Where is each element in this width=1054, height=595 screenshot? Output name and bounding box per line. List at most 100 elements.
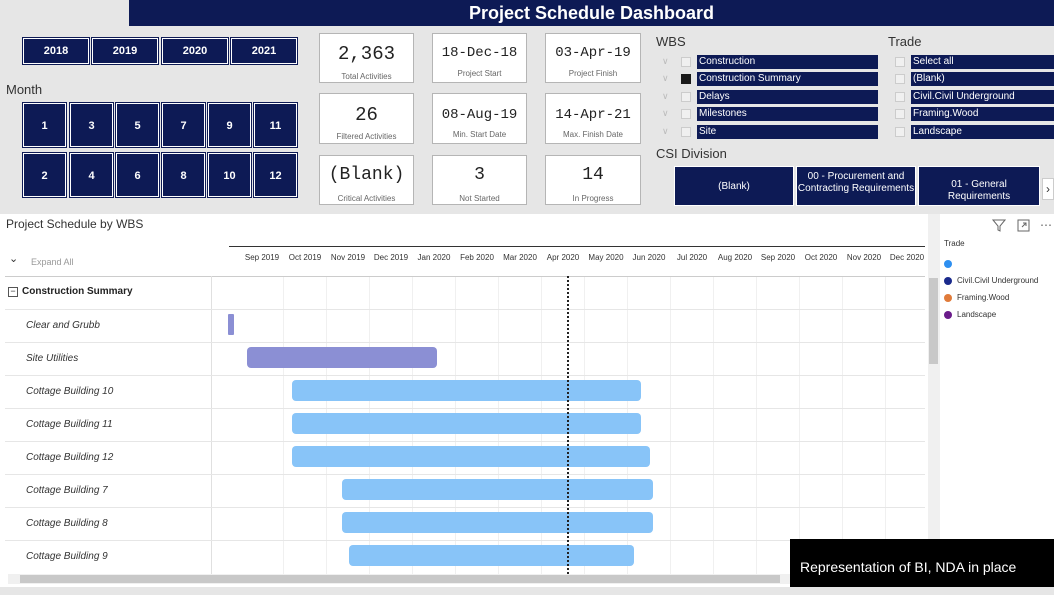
- year-button-2018[interactable]: 2018: [22, 37, 90, 65]
- gantt-bar[interactable]: [292, 413, 641, 434]
- legend-title: Trade: [944, 239, 965, 248]
- month-button-10[interactable]: 10: [207, 152, 252, 198]
- trade-checkbox-civil[interactable]: [895, 92, 905, 102]
- gantt-bar[interactable]: [247, 347, 437, 368]
- trade-item-landscape[interactable]: Landscape: [911, 125, 1054, 139]
- gantt-bar[interactable]: [292, 380, 641, 401]
- month-button-12[interactable]: 12: [253, 152, 298, 198]
- filter-icon[interactable]: [991, 218, 1007, 232]
- gantt-bar[interactable]: [342, 479, 653, 500]
- chevron-right-icon[interactable]: ›: [1042, 178, 1054, 200]
- row-label: Cottage Building 10: [26, 386, 114, 397]
- expand-all-link[interactable]: Expand All: [31, 257, 74, 267]
- card-label: Filtered Activities: [336, 132, 397, 141]
- row-divider: [5, 342, 925, 343]
- wbs-checkbox-milestones[interactable]: [681, 109, 691, 119]
- wbs-checkbox-site[interactable]: [681, 127, 691, 137]
- gantt-visual: Project Schedule by WBS ⋯ ⌄ Expand All S…: [0, 214, 1054, 587]
- csi-button-general[interactable]: 01 - General Requirements: [918, 166, 1040, 206]
- collapse-icon[interactable]: −: [8, 287, 18, 297]
- card-value: 26: [355, 104, 378, 126]
- chevron-down-icon[interactable]: ∨: [662, 108, 669, 119]
- month-button-1[interactable]: 1: [22, 102, 67, 148]
- csi-button-procurement[interactable]: 00 - Procurement and Contracting Require…: [796, 166, 916, 206]
- wbs-checkbox-construction[interactable]: [681, 57, 691, 67]
- chevron-down-icon[interactable]: ∨: [662, 73, 669, 84]
- gantt-bar[interactable]: [228, 314, 234, 335]
- timeline-tick: Feb 2020: [460, 253, 494, 262]
- card-value: 14: [582, 165, 604, 185]
- focus-mode-icon[interactable]: [1017, 219, 1030, 232]
- card-in-progress: 14 In Progress: [545, 155, 641, 205]
- card-project-finish: 03-Apr-19 Project Finish: [545, 33, 641, 83]
- wbs-checkbox-delays[interactable]: [681, 92, 691, 102]
- chevron-down-icon[interactable]: ∨: [662, 126, 669, 137]
- trade-checkbox-select-all[interactable]: [895, 57, 905, 67]
- card-not-started: 3 Not Started: [432, 155, 527, 205]
- month-button-7[interactable]: 7: [161, 102, 206, 148]
- chevron-down-icon[interactable]: ⌄: [9, 252, 18, 265]
- timeline-tick: Dec 2020: [889, 253, 925, 262]
- month-button-11[interactable]: 11: [253, 102, 298, 148]
- scrollbar-thumb[interactable]: [929, 278, 938, 364]
- csi-button-blank[interactable]: (Blank): [674, 166, 794, 206]
- wbs-checkbox-construction-summary[interactable]: [681, 74, 691, 84]
- row-label: Clear and Grubb: [26, 320, 100, 331]
- trade-checkbox-framing[interactable]: [895, 109, 905, 119]
- wbs-item-construction[interactable]: Construction: [697, 55, 878, 69]
- card-min-start-date: 08-Aug-19 Min. Start Date: [432, 93, 527, 144]
- timeline-tick: Jun 2020: [632, 253, 666, 262]
- month-button-5[interactable]: 5: [115, 102, 160, 148]
- card-project-start: 18-Dec-18 Project Start: [432, 33, 527, 83]
- timeline-tick: Sep 2019: [244, 253, 280, 262]
- gantt-bar[interactable]: [349, 545, 634, 566]
- gantt-bar[interactable]: [342, 512, 653, 533]
- card-total-activities: 2,363 Total Activities: [319, 33, 414, 83]
- trade-checkbox-blank[interactable]: [895, 74, 905, 84]
- wbs-item-construction-summary[interactable]: Construction Summary: [697, 72, 878, 86]
- timeline-tick: Apr 2020: [546, 253, 580, 262]
- trade-checkbox-landscape[interactable]: [895, 127, 905, 137]
- legend-marker[interactable]: [944, 277, 952, 285]
- more-options-icon[interactable]: ⋯: [1040, 218, 1052, 232]
- month-button-4[interactable]: 4: [69, 152, 114, 198]
- wbs-item-milestones[interactable]: Milestones: [697, 107, 878, 121]
- month-button-8[interactable]: 8: [161, 152, 206, 198]
- gridline: [885, 276, 886, 574]
- legend-marker[interactable]: [944, 311, 952, 319]
- trade-item-civil[interactable]: Civil.Civil Underground: [911, 90, 1054, 104]
- month-button-3[interactable]: 3: [69, 102, 114, 148]
- month-button-9[interactable]: 9: [207, 102, 252, 148]
- legend-label[interactable]: Framing.Wood: [957, 293, 1009, 302]
- header-divider: [5, 276, 925, 277]
- trade-item-blank[interactable]: (Blank): [911, 72, 1054, 86]
- card-label: Total Activities: [341, 72, 392, 81]
- year-button-2021[interactable]: 2021: [230, 37, 298, 65]
- year-button-2019[interactable]: 2019: [91, 37, 159, 65]
- wbs-item-delays[interactable]: Delays: [697, 90, 878, 104]
- card-label: Project Start: [457, 69, 502, 78]
- gridline: [842, 276, 843, 574]
- chevron-down-icon[interactable]: ∨: [662, 56, 669, 67]
- row-divider: [5, 507, 925, 508]
- visual-title: Project Schedule by WBS: [6, 217, 144, 231]
- legend-marker[interactable]: [944, 260, 952, 268]
- gantt-bar[interactable]: [292, 446, 650, 467]
- row-label: Cottage Building 7: [26, 485, 108, 496]
- wbs-item-site[interactable]: Site: [697, 125, 878, 139]
- hscroll-thumb[interactable]: [20, 575, 780, 583]
- gridline: [283, 276, 284, 574]
- month-button-2[interactable]: 2: [22, 152, 67, 198]
- trade-item-select-all[interactable]: Select all: [911, 55, 1054, 69]
- chevron-down-icon[interactable]: ∨: [662, 91, 669, 102]
- legend-label[interactable]: Landscape: [957, 310, 996, 319]
- trade-item-framing[interactable]: Framing.Wood: [911, 107, 1054, 121]
- legend-marker[interactable]: [944, 294, 952, 302]
- legend-label[interactable]: Civil.Civil Underground: [957, 276, 1038, 285]
- vertical-scrollbar[interactable]: [928, 214, 940, 574]
- month-button-6[interactable]: 6: [115, 152, 160, 198]
- horizontal-scrollbar[interactable]: [8, 574, 793, 584]
- gridline: [713, 276, 714, 574]
- year-button-2020[interactable]: 2020: [161, 37, 229, 65]
- row-label: Site Utilities: [26, 353, 79, 364]
